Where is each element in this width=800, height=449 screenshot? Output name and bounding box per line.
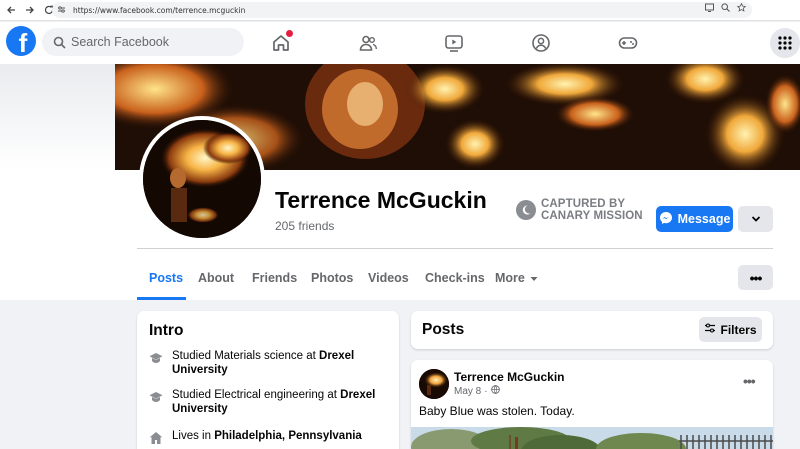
star-icon[interactable] (736, 2, 747, 14)
ellipsis-icon: ••• (749, 269, 763, 286)
screen-icon[interactable] (705, 3, 714, 14)
message-button[interactable]: Message (656, 206, 733, 232)
message-label: Message (677, 212, 731, 226)
intro-item-education-1: Studied Materials science at Drexel Univ… (149, 349, 389, 377)
badge-line-1: CAPTURED BY (541, 198, 626, 210)
back-icon[interactable] (3, 2, 19, 18)
post-author-avatar[interactable] (419, 369, 449, 399)
tab-friends[interactable]: Friends (252, 271, 297, 285)
filter-sliders-icon (704, 322, 716, 337)
chevron-down-icon (751, 210, 761, 228)
home-icon (149, 431, 163, 445)
apps-grid-icon[interactable] (770, 28, 800, 58)
active-tab-indicator (137, 297, 186, 300)
post-meta: May 8 · (454, 385, 500, 397)
posts-title: Posts (422, 321, 465, 338)
gaming-icon[interactable] (617, 32, 639, 54)
search-input[interactable] (71, 35, 231, 49)
zoom-icon[interactable] (721, 3, 730, 14)
tab-more-label: More (495, 271, 525, 285)
more-options-button[interactable]: ••• (738, 265, 773, 290)
tab-more[interactable]: More (495, 271, 538, 285)
notification-dot (286, 30, 293, 37)
tab-about[interactable]: About (198, 271, 234, 285)
intro-text: Studied Electrical engineering at (172, 389, 341, 401)
intro-text: Studied Materials science at (172, 350, 320, 362)
profile-options-button[interactable] (738, 206, 773, 232)
post-author-name[interactable]: Terrence McGuckin (454, 370, 564, 384)
site-settings-icon[interactable] (57, 5, 71, 16)
url-text[interactable]: https://www.facebook.com/terrence.mcguck… (73, 6, 245, 15)
browser-toolbar: https://www.facebook.com/terrence.mcguck… (0, 0, 800, 21)
meta-separator: · (484, 385, 488, 397)
home-icon[interactable] (270, 30, 293, 54)
badge-line-2: CANARY MISSION (541, 210, 643, 222)
filters-label: Filters (720, 322, 757, 337)
forward-icon[interactable] (22, 2, 38, 18)
graduation-cap-icon (149, 351, 163, 365)
search-icon (52, 35, 66, 49)
canary-mission-icon (516, 200, 536, 220)
watch-icon[interactable] (443, 32, 465, 54)
intro-item-education-2: Studied Electrical engineering at Drexel… (149, 388, 389, 416)
intro-text: Lives in (172, 430, 215, 442)
filters-button[interactable]: Filters (699, 317, 762, 342)
tab-check-ins[interactable]: Check-ins (425, 271, 485, 285)
friends-count[interactable]: 205 friends (275, 219, 334, 233)
friends-icon[interactable] (357, 32, 379, 54)
intro-item-residence: Lives in Philadelphia, Pennsylvania (149, 429, 389, 445)
caret-down-icon (530, 271, 538, 285)
facebook-logo[interactable]: f (6, 26, 36, 56)
post-image[interactable] (411, 427, 773, 449)
groups-icon[interactable] (530, 32, 552, 54)
post-card: Terrence McGuckin May 8 · ••• Baby Blue … (411, 360, 773, 449)
captured-badge: CAPTURED BY CANARY MISSION (516, 198, 643, 222)
posts-header-card: Posts Filters (411, 311, 773, 349)
facebook-header: f (0, 22, 800, 64)
post-date[interactable]: May 8 (454, 386, 481, 397)
intro-title: Intro (149, 322, 184, 339)
left-gutter (0, 64, 115, 300)
intro-link[interactable]: Philadelphia, Pennsylvania (214, 430, 362, 442)
graduation-cap-icon (149, 390, 163, 404)
tab-posts[interactable]: Posts (149, 271, 183, 285)
profile-name: Terrence McGuckin (275, 187, 487, 213)
globe-icon[interactable] (490, 385, 500, 397)
search-box[interactable] (42, 28, 244, 56)
intro-card: Intro Studied Materials science at Drexe… (137, 311, 399, 449)
messenger-icon (659, 211, 673, 228)
address-bar[interactable]: https://www.facebook.com/terrence.mcguck… (52, 2, 752, 18)
profile-divider (137, 248, 773, 249)
tab-photos[interactable]: Photos (311, 271, 353, 285)
post-options-icon[interactable]: ••• (743, 373, 756, 389)
profile-avatar[interactable] (139, 116, 265, 242)
post-text: Baby Blue was stolen. Today. (419, 404, 575, 418)
tab-videos[interactable]: Videos (368, 271, 409, 285)
